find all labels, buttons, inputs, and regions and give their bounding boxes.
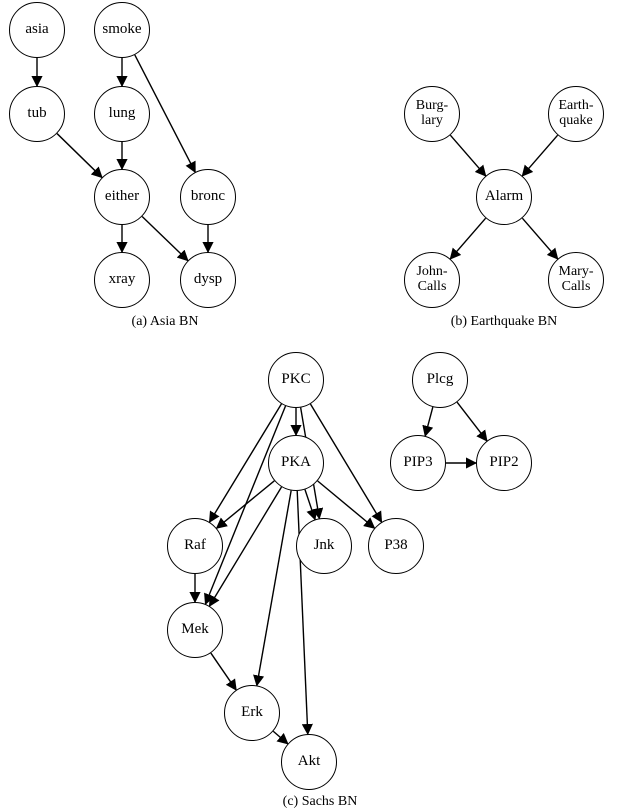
node-eq-burglary: Burg-lary (404, 86, 460, 142)
edge-sachs-pka-jnk (305, 490, 315, 520)
edge-sachs-plcg-pip2 (457, 402, 487, 441)
node-sachs-akt: Akt (281, 734, 337, 790)
node-sachs-pip2: PIP2 (476, 435, 532, 491)
edge-sachs-plcg-pip3 (425, 407, 433, 436)
node-sachs-pip3: PIP3 (390, 435, 446, 491)
node-sachs-pka: PKA (268, 435, 324, 491)
node-label: lung (109, 106, 136, 122)
edge-sachs-erk-akt (273, 731, 288, 743)
node-label: Jnk (314, 538, 335, 554)
node-asia-xray: xray (94, 252, 150, 308)
node-asia-asia: asia (9, 2, 65, 58)
node-label: Alarm (485, 189, 523, 205)
node-sachs-mek: Mek (167, 602, 223, 658)
edge-asia-tub-either (57, 134, 102, 178)
edge-sachs-mek-erk (211, 653, 236, 690)
node-label: Burg-lary (416, 99, 448, 128)
node-label: PIP2 (489, 455, 518, 471)
node-label: PKC (281, 372, 310, 388)
node-asia-lung: lung (94, 86, 150, 142)
edge-earthquake-alarm-marycalls (522, 218, 557, 259)
node-label: smoke (102, 22, 141, 38)
node-sachs-erk: Erk (224, 685, 280, 741)
node-asia-dysp: dysp (180, 252, 236, 308)
edge-earthquake-earthquake-alarm (522, 135, 557, 176)
node-label: tub (27, 106, 46, 122)
node-label: bronc (191, 189, 225, 205)
node-label: dysp (194, 272, 222, 288)
node-label: Mary-Calls (559, 265, 594, 294)
node-eq-johncalls: John-Calls (404, 252, 460, 308)
node-label: Erk (241, 705, 263, 721)
node-sachs-raf: Raf (167, 518, 223, 574)
edge-sachs-pka-raf (217, 481, 275, 528)
node-label: Mek (181, 622, 209, 638)
node-eq-earthquake: Earth-quake (548, 86, 604, 142)
edge-earthquake-burglary-alarm (450, 135, 485, 176)
node-sachs-plcg: Plcg (412, 352, 468, 408)
caption-sachs: (c) Sachs BN (240, 794, 400, 810)
node-label: Earth-quake (559, 99, 594, 128)
node-label: either (105, 189, 139, 205)
node-sachs-jnk: Jnk (296, 518, 352, 574)
node-label: Akt (298, 754, 321, 770)
node-label: Raf (184, 538, 206, 554)
node-label: John-Calls (416, 265, 447, 294)
node-asia-either: either (94, 169, 150, 225)
caption-earthquake: (b) Earthquake BN (424, 314, 584, 330)
node-label: PIP3 (403, 455, 432, 471)
node-label: Plcg (427, 372, 454, 388)
caption-asia: (a) Asia BN (85, 314, 245, 330)
edge-asia-either-dysp (142, 216, 188, 260)
node-sachs-p38: P38 (368, 518, 424, 574)
edge-earthquake-alarm-johncalls (450, 218, 485, 259)
node-asia-tub: tub (9, 86, 65, 142)
node-label: P38 (384, 538, 407, 554)
node-eq-marycalls: Mary-Calls (548, 252, 604, 308)
node-label: xray (109, 272, 136, 288)
node-eq-alarm: Alarm (476, 169, 532, 225)
node-asia-bronc: bronc (180, 169, 236, 225)
node-label: PKA (281, 455, 311, 471)
node-sachs-pkc: PKC (268, 352, 324, 408)
diagram-canvas: { "captions": { "asia": "(a) Asia BN", "… (0, 0, 640, 807)
node-label: asia (25, 22, 48, 38)
node-asia-smoke: smoke (94, 2, 150, 58)
